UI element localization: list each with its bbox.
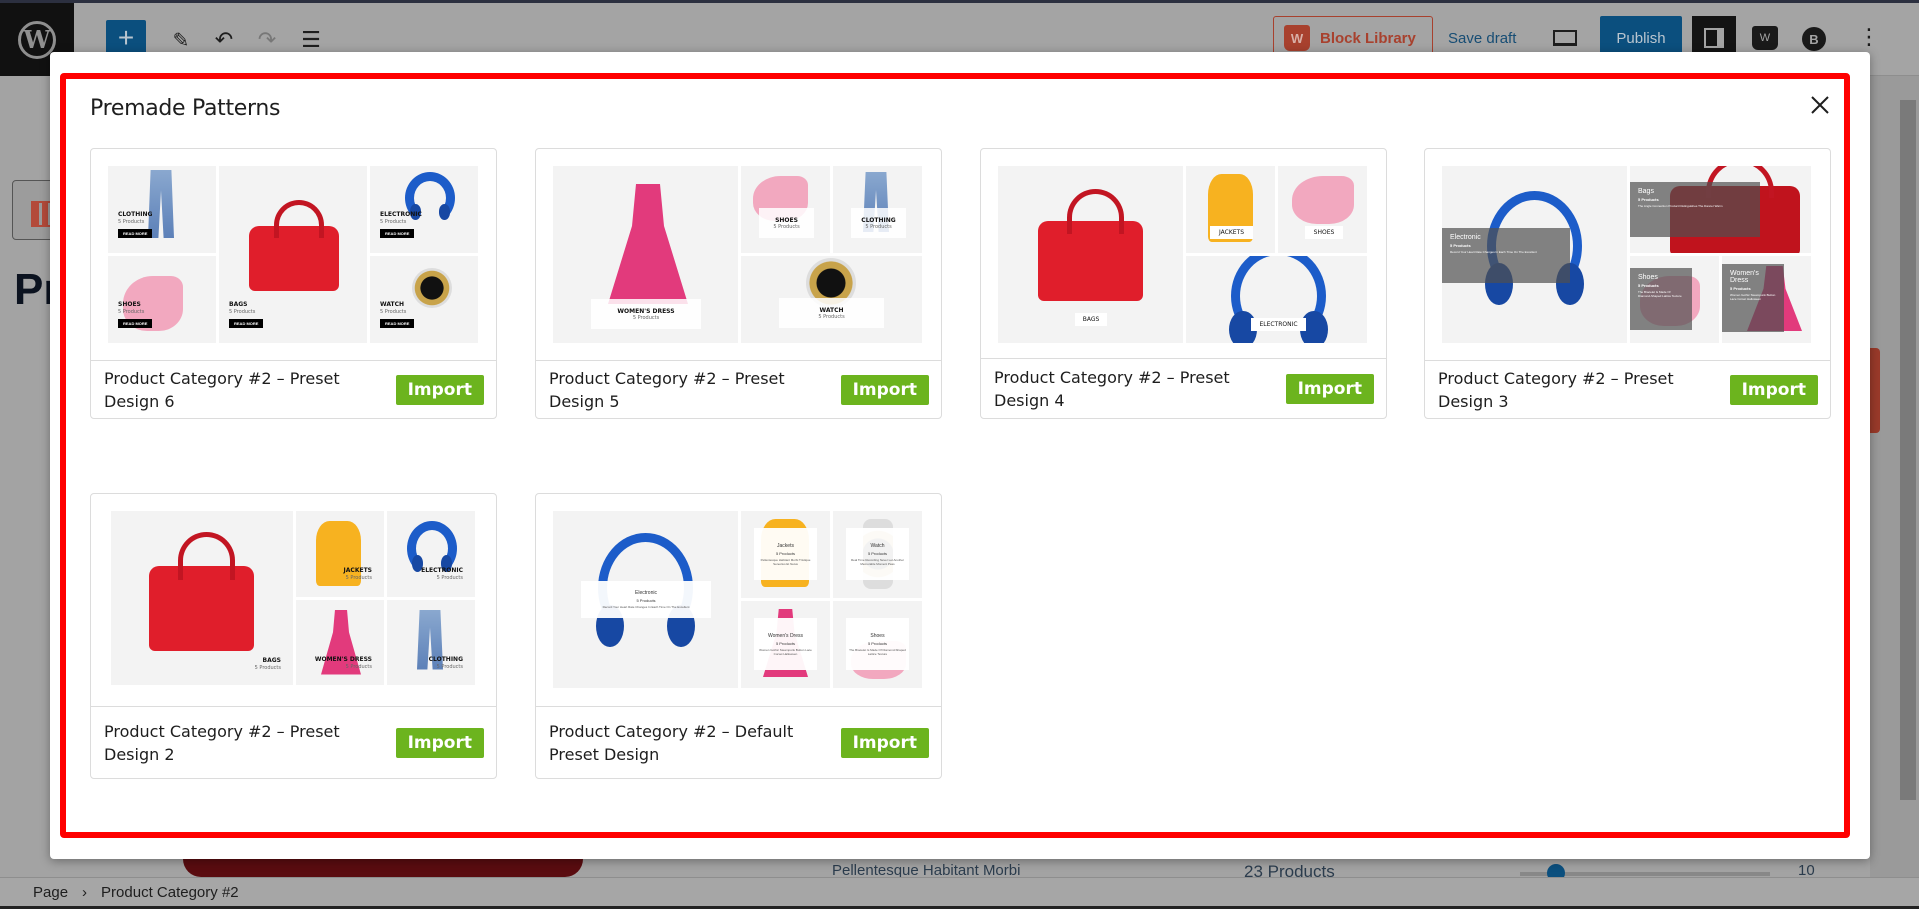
pattern-card-footer: Product Category #2 – Preset Design 5 Im…	[536, 360, 941, 418]
document-overview-button[interactable]: ☰	[296, 25, 326, 55]
preview-tile-watch: Watch 5 Products Real Time Recording Nev…	[833, 511, 922, 598]
pattern-card-footer: Product Category #2 – Preset Design 6 Im…	[91, 360, 496, 418]
pattern-card[interactable]: BAGS JACKETS SHOES ELECTRONIC Product Ca…	[980, 148, 1387, 419]
preview-tile-watch: WATCH 5 Products	[741, 256, 922, 343]
pattern-preview: WOMEN'S DRESS 5 Products SHOES 5 Product…	[553, 166, 924, 343]
pattern-card[interactable]: BAGS 5 Products JACKETS 5 Products ELECT…	[90, 493, 497, 779]
background-scrollbar[interactable]	[1900, 100, 1916, 800]
preview-tile-electronic: ELECTRONIC 5 Products READ MORE	[370, 166, 478, 253]
more-options-icon[interactable]: ⋮	[1858, 26, 1880, 48]
pattern-name: Product Category #2 – Preset Design 2	[104, 721, 340, 764]
preview-laptop-icon[interactable]	[1553, 30, 1577, 46]
pattern-name: Product Category #2 – Preset Design 6	[104, 368, 340, 411]
shopping-bag-icon: W	[1284, 25, 1310, 51]
woo-bag-icon[interactable]: W	[1752, 26, 1778, 50]
pattern-preview: CLOTHING 5 Products READ MORE BAGS 5 Pro…	[108, 166, 479, 343]
preview-tile-bags: BAGS 5 Products	[111, 511, 293, 685]
preview-tile-electronic: Electronic 5 Products Record Your Heart …	[553, 511, 738, 688]
preview-tile-womens-dress: Women's Dress 5 Products Women Gothic St…	[741, 601, 830, 688]
pattern-preview: Electronic 5 Products Record Your Heart …	[553, 511, 924, 688]
list-view-icon: ☰	[301, 27, 321, 52]
preview-tile-shoes: SHOES 5 Products	[741, 166, 830, 253]
preview-tile-clothing: CLOTHING 5 Products	[387, 599, 475, 685]
pattern-card-footer: Product Category #2 – Preset Design 3 Im…	[1425, 360, 1830, 418]
save-draft-button[interactable]: Save draft	[1448, 30, 1516, 47]
preview-tile-shoes: Shoes 5 Products The Bracelet Is Made Of…	[1630, 256, 1719, 343]
redo-icon: ↷	[257, 27, 277, 52]
preview-tile-jackets: Jackets 5 Products Pellentesque Habitant…	[741, 511, 830, 598]
import-button[interactable]: Import	[840, 727, 929, 758]
plus-icon: +	[117, 22, 135, 53]
plugin-b-icon[interactable]: B	[1802, 27, 1826, 51]
preview-tile-electronic: ELECTRONIC	[1186, 256, 1367, 343]
pattern-name: Product Category #2 – Preset Design 4	[994, 367, 1230, 410]
background-red-button	[1870, 348, 1880, 433]
preview-tile-jackets: JACKETS 5 Products	[296, 511, 384, 597]
preview-tile-clothing: CLOTHING 5 Products READ MORE	[108, 166, 216, 253]
import-button[interactable]: Import	[1285, 373, 1374, 404]
preview-tile-watch: WATCH 5 Products READ MORE	[370, 256, 478, 343]
preview-tile-clothing: CLOTHING 5 Products	[833, 166, 922, 253]
breadcrumb-separator-icon: ›	[82, 883, 88, 901]
close-button[interactable]	[1805, 90, 1835, 120]
preview-tile-electronic: ELECTRONIC 5 Products	[387, 511, 475, 597]
undo-icon: ↶	[214, 27, 234, 52]
block-library-label: Block Library	[1320, 29, 1416, 47]
pattern-card-footer: Product Category #2 – Preset Design 4 Im…	[981, 358, 1386, 418]
edit-mode-button[interactable]: ✎	[166, 25, 196, 55]
preview-tile-bags: Bags 5 Products The Angle Connection Pro…	[1630, 166, 1811, 253]
import-button[interactable]: Import	[395, 374, 484, 405]
pattern-name: Product Category #2 – Preset Design 3	[1438, 368, 1674, 411]
preview-tile-shoes: SHOES 5 Products READ MORE	[108, 256, 216, 343]
add-block-button[interactable]: +	[106, 20, 146, 56]
undo-button[interactable]: ↶	[209, 25, 239, 55]
preview-tile-womens-dress: WOMEN'S DRESS 5 Products	[296, 599, 384, 685]
premade-patterns-modal: Premade Patterns CLOTHING 5 Products REA…	[50, 52, 1870, 859]
pattern-card-footer: Product Category #2 – Preset Design 2 Im…	[91, 706, 496, 778]
pattern-card[interactable]: CLOTHING 5 Products READ MORE BAGS 5 Pro…	[90, 148, 497, 419]
redo-button[interactable]: ↷	[252, 25, 282, 55]
preview-tile-shoes: SHOES	[1278, 166, 1367, 253]
preview-tile-shoes: Shoes 5 Products The Bracelet Is Made Of…	[833, 601, 922, 688]
pattern-name: Product Category #2 – Default Preset Des…	[549, 721, 794, 764]
preview-tile-bags: BAGS	[998, 166, 1183, 343]
pattern-card[interactable]: Electronic 5 Products Record Your Heart …	[535, 493, 942, 779]
pattern-card-footer: Product Category #2 – Default Preset Des…	[536, 706, 941, 778]
import-button[interactable]: Import	[840, 374, 929, 405]
background-bag-image	[183, 859, 583, 877]
preview-tile-bags: BAGS 5 Products READ MORE	[219, 166, 367, 343]
pattern-card[interactable]: Electronic 5 Products Record Your Heart …	[1424, 148, 1831, 419]
breadcrumb-current[interactable]: Product Category #2	[101, 884, 239, 901]
breadcrumb-page[interactable]: Page	[33, 884, 68, 901]
preview-tile-electronic: Electronic 5 Products Record Your Heart …	[1442, 166, 1627, 343]
pattern-name: Product Category #2 – Preset Design 5	[549, 368, 785, 411]
import-button[interactable]: Import	[1729, 374, 1818, 405]
preview-tile-womens-dress: Women's Dress 5 Products Women Gothic St…	[1722, 256, 1811, 343]
pencil-icon: ✎	[172, 29, 190, 52]
pattern-preview: BAGS JACKETS SHOES ELECTRONIC	[998, 166, 1369, 343]
preview-tile-womens-dress: WOMEN'S DRESS 5 Products	[553, 166, 738, 343]
preview-tile-jackets: JACKETS	[1186, 166, 1275, 253]
modal-title: Premade Patterns	[90, 96, 281, 121]
pattern-preview: Electronic 5 Products Record Your Heart …	[1442, 166, 1813, 343]
pattern-preview: BAGS 5 Products JACKETS 5 Products ELECT…	[111, 511, 476, 685]
close-icon	[1811, 96, 1829, 114]
sidebar-icon	[1704, 28, 1724, 48]
breadcrumb: Page › Product Category #2	[0, 877, 1919, 909]
import-button[interactable]: Import	[395, 727, 484, 758]
pattern-card[interactable]: WOMEN'S DRESS 5 Products SHOES 5 Product…	[535, 148, 942, 419]
